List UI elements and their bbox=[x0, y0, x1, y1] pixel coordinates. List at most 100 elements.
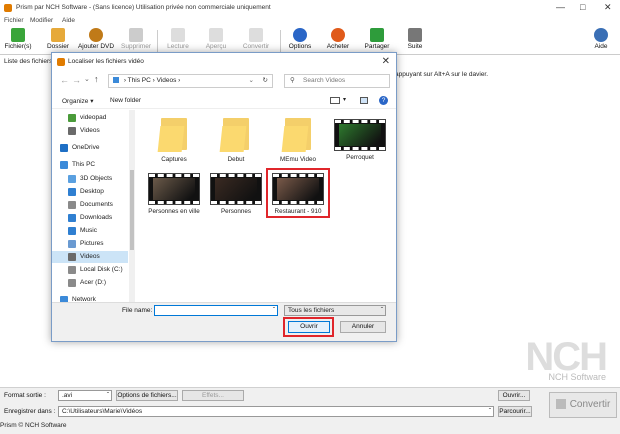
close-window-button[interactable]: ✕ bbox=[604, 2, 612, 13]
nav-scrollbar[interactable] bbox=[129, 110, 135, 302]
folder-item[interactable]: MEmu Video bbox=[268, 114, 328, 164]
preview-pane-icon[interactable] bbox=[360, 97, 368, 104]
folder-item[interactable]: Captures bbox=[144, 114, 204, 164]
add-dvd-button[interactable]: Ajouter DVD bbox=[76, 27, 116, 55]
filename-label: File name: bbox=[122, 307, 153, 314]
nav-item-videopad[interactable]: videopad bbox=[52, 112, 128, 124]
add-files-button[interactable]: Fichier(s) bbox=[2, 27, 34, 55]
cancel-button[interactable]: Annuler bbox=[340, 321, 386, 333]
new-folder-button[interactable]: New folder bbox=[110, 97, 141, 104]
nav-item-documents[interactable]: Documents bbox=[52, 199, 128, 211]
organize-button[interactable]: Organize ▾ bbox=[62, 97, 93, 105]
recent-chevron-icon[interactable]: ⌄ bbox=[84, 75, 90, 83]
forward-arrow-icon[interactable]: → bbox=[72, 75, 81, 85]
nav-item-downloads[interactable]: Downloads bbox=[52, 212, 128, 224]
disk-icon bbox=[68, 266, 76, 274]
menu-bar: Fichier Modifier Aide bbox=[0, 16, 620, 27]
video-file-item[interactable]: Personnes bbox=[206, 172, 266, 216]
nav-item-videos[interactable]: Videos bbox=[52, 251, 128, 263]
help-icon bbox=[594, 28, 608, 42]
menu-aide[interactable]: Aide bbox=[62, 17, 75, 24]
format-select[interactable]: .avi ˇ bbox=[58, 390, 112, 401]
buy-button[interactable]: Acheter bbox=[322, 27, 354, 55]
convert-main-button[interactable]: Convertir bbox=[549, 392, 617, 418]
path-videos[interactable]: Videos bbox=[157, 77, 177, 84]
up-arrow-icon[interactable]: ↑ bbox=[94, 74, 99, 84]
nav-item-3d-objects[interactable]: 3D Objects bbox=[52, 173, 128, 185]
convert-toolbar-button[interactable]: Convertir bbox=[238, 27, 274, 55]
filename-input[interactable]: ˇ bbox=[154, 305, 278, 316]
dialog-command-bar: Organize ▾ New folder ▾ ? bbox=[52, 93, 396, 109]
file-options-button[interactable]: Options de fichiers... bbox=[116, 390, 178, 401]
documents-icon bbox=[68, 201, 76, 209]
menu-modifier[interactable]: Modifier bbox=[30, 17, 53, 24]
open-file-dialog: Localiser les fichiers vidéo ✕ ← → ⌄ ↑ ›… bbox=[51, 52, 397, 342]
app-title-bar: Prism par NCH Software - (Sans licence) … bbox=[0, 0, 620, 16]
nav-item-desktop[interactable]: Desktop bbox=[52, 186, 128, 198]
options-icon bbox=[293, 28, 307, 42]
maximize-button[interactable]: □ bbox=[580, 2, 585, 12]
save-path-field[interactable]: C:\Utilisateurs\Marie\Vidéos ˇ bbox=[58, 406, 494, 417]
folder-icon bbox=[281, 114, 313, 152]
video-file-item[interactable]: Personnes en ville bbox=[144, 172, 204, 216]
search-icon: ⚲ bbox=[290, 77, 295, 84]
add-folder-button[interactable]: Dossier bbox=[42, 27, 74, 55]
open-output-button[interactable]: Ouvrir... bbox=[498, 390, 530, 401]
share-icon bbox=[370, 28, 384, 42]
folder-icon bbox=[219, 114, 251, 152]
options-button[interactable]: Options bbox=[284, 27, 316, 55]
videopad-icon bbox=[68, 114, 76, 122]
video-file-item[interactable]: Perroquet bbox=[330, 114, 390, 162]
address-bar[interactable]: › This PC › Videos › ⌄ ↻ bbox=[108, 74, 273, 88]
app-logo-icon bbox=[4, 4, 12, 12]
chevron-down-icon: ˇ bbox=[272, 307, 275, 314]
remove-button[interactable]: Supprimer bbox=[118, 27, 154, 55]
pictures-icon bbox=[68, 240, 76, 248]
path-this-pc[interactable]: This PC bbox=[128, 77, 151, 84]
nav-item-acer-d[interactable]: Acer (D:) bbox=[52, 277, 128, 289]
suite-icon bbox=[408, 28, 422, 42]
help-button[interactable]: Aide bbox=[588, 27, 614, 55]
file-label: Perroquet bbox=[346, 154, 374, 161]
file-label: Debut bbox=[227, 156, 245, 163]
help-icon[interactable]: ? bbox=[379, 96, 388, 105]
folder-item[interactable]: Debut bbox=[206, 114, 266, 164]
menu-fichier[interactable]: Fichier bbox=[4, 17, 24, 24]
address-dropdown-icon[interactable]: ⌄ bbox=[249, 75, 254, 87]
navigation-pane: videopad Videos OneDrive This PC 3D Objects D… bbox=[52, 110, 128, 304]
nav-item-label: This PC bbox=[72, 161, 96, 168]
suite-button[interactable]: Suite bbox=[400, 27, 430, 55]
nav-item-label: videopad bbox=[80, 114, 107, 121]
nav-item-this-pc[interactable]: This PC bbox=[52, 159, 128, 171]
effects-button[interactable]: Effets... bbox=[182, 390, 244, 401]
share-button[interactable]: Partager bbox=[360, 27, 394, 55]
scrollbar-thumb[interactable] bbox=[130, 170, 134, 250]
search-input[interactable]: ⚲ Search Videos bbox=[284, 74, 390, 88]
folder-icon bbox=[157, 114, 189, 152]
toolbar-separator bbox=[157, 30, 158, 52]
refresh-icon[interactable]: ↻ bbox=[263, 75, 268, 87]
nav-item-videos[interactable]: Videos bbox=[52, 125, 128, 137]
view-options-icon[interactable] bbox=[330, 97, 340, 104]
play-button[interactable]: Lecture bbox=[162, 27, 194, 55]
browse-button[interactable]: Parcourir... bbox=[498, 406, 532, 417]
drag-hint-text: appuyant sur Alt+A sur le davier. bbox=[395, 71, 489, 78]
minimize-button[interactable]: — bbox=[556, 2, 565, 12]
back-arrow-icon[interactable]: ← bbox=[60, 75, 69, 85]
dialog-close-button[interactable]: ✕ bbox=[382, 56, 390, 67]
nav-item-music[interactable]: Music bbox=[52, 225, 128, 237]
chevron-down-icon[interactable]: ▾ bbox=[343, 96, 346, 103]
convert-icon bbox=[555, 399, 566, 410]
preview-button[interactable]: Aperçu bbox=[200, 27, 232, 55]
nav-item-local-disk-c[interactable]: Local Disk (C:) bbox=[52, 264, 128, 276]
dialog-title: Localiser les fichiers vidéo bbox=[68, 58, 144, 65]
add-file-icon bbox=[11, 28, 25, 42]
desktop-icon bbox=[68, 188, 76, 196]
nav-item-pictures[interactable]: Pictures bbox=[52, 238, 128, 250]
file-label: Personnes en ville bbox=[148, 208, 200, 215]
file-type-filter[interactable]: Tous les fichiers ˇ bbox=[284, 305, 386, 316]
file-label: Captures bbox=[161, 156, 187, 163]
nav-item-onedrive[interactable]: OneDrive bbox=[52, 142, 128, 154]
file-list-header: Liste des fichiers à bbox=[4, 58, 58, 65]
toolbar-separator bbox=[280, 30, 281, 52]
